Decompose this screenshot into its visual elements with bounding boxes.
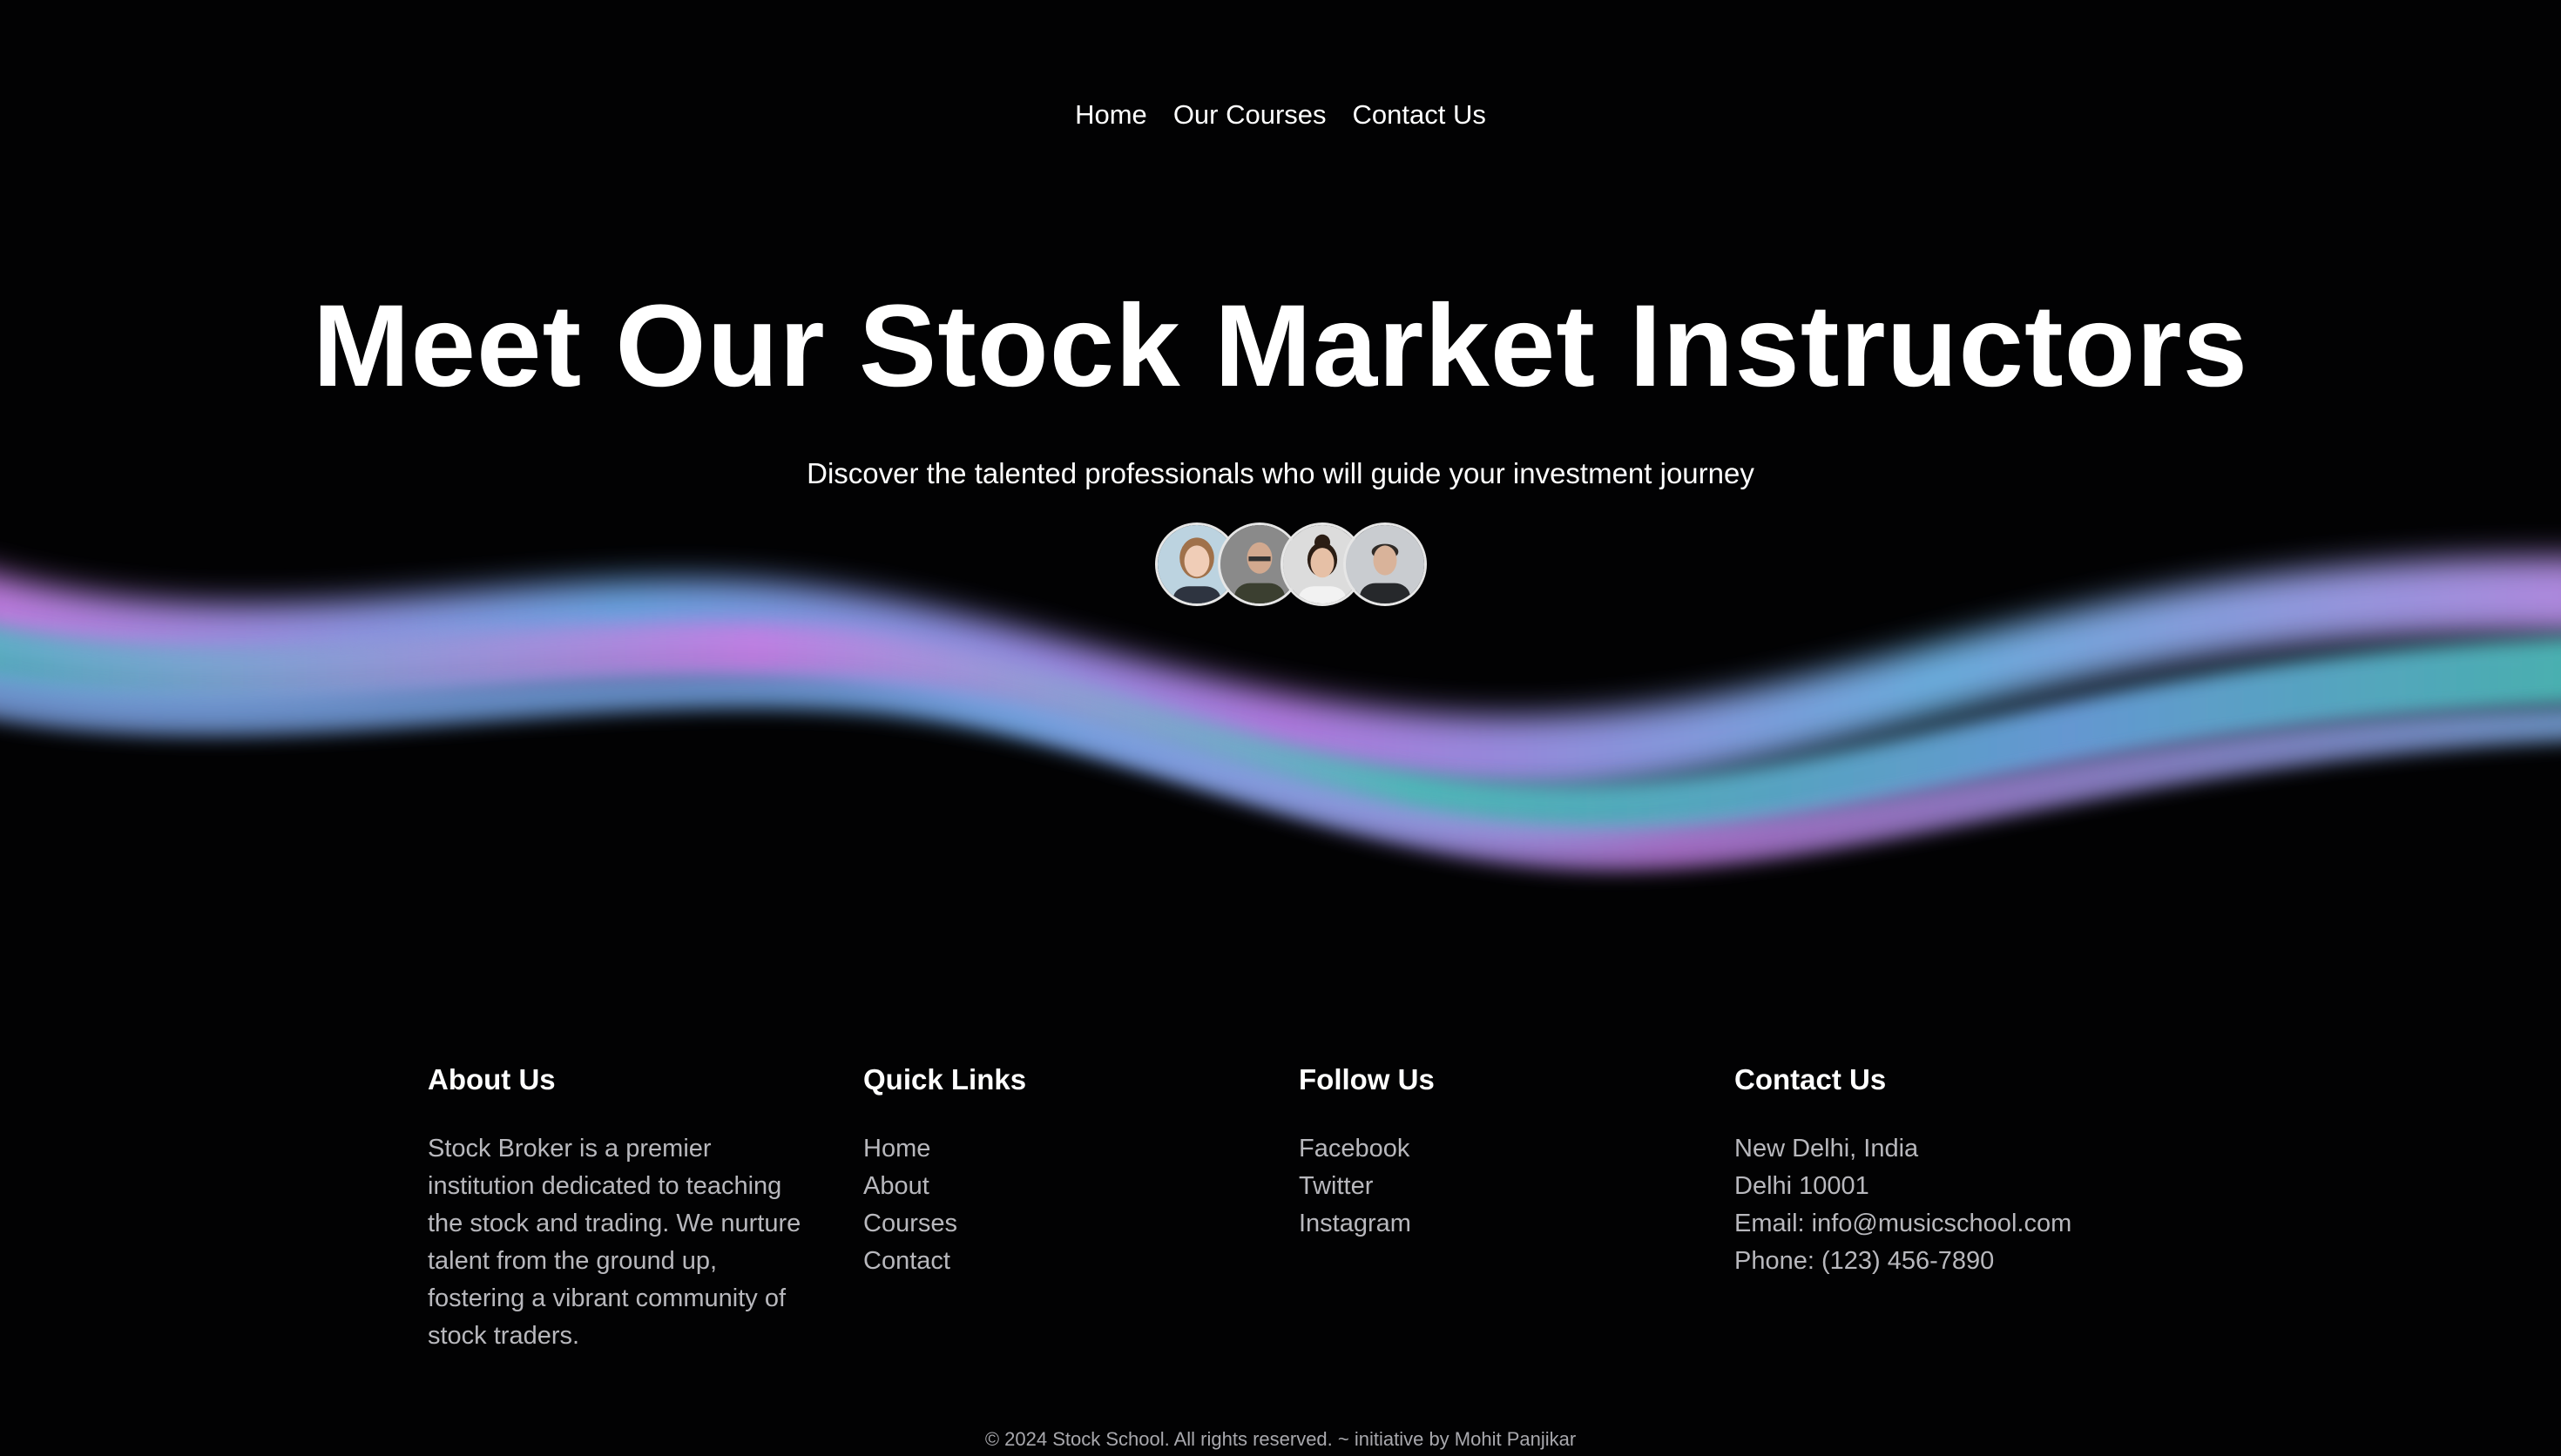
page: Home Our Courses Contact Us Meet Our Sto… [0, 0, 2561, 1456]
top-nav: Home Our Courses Contact Us [0, 96, 2561, 134]
footer-quick-links: Quick Links Home About Courses Contact [863, 1061, 1299, 1355]
footer-contact-city: New Delhi, India [1734, 1135, 1919, 1163]
footer-link-home[interactable]: Home [863, 1130, 1299, 1168]
footer: About Us Stock Broker is a premier insti… [428, 1061, 2170, 1355]
footer-about: About Us Stock Broker is a premier insti… [428, 1061, 863, 1355]
avatar[interactable] [1343, 522, 1427, 606]
footer-contact-phone: Phone: (123) 456-7890 [1734, 1247, 1995, 1275]
footer-about-text: Stock Broker is a premier institution de… [428, 1135, 801, 1350]
footer-link-about[interactable]: About [863, 1168, 1299, 1205]
nav-home-link[interactable]: Home [1075, 96, 1147, 134]
footer-link-facebook[interactable]: Facebook [1299, 1130, 1734, 1168]
nav-courses-link[interactable]: Our Courses [1173, 96, 1327, 134]
nav-contact-link[interactable]: Contact Us [1353, 96, 1486, 134]
footer-link-courses[interactable]: Courses [863, 1205, 1299, 1243]
footer-contact-heading: Contact Us [1734, 1063, 1887, 1095]
copyright-text: © 2024 Stock School. All rights reserved… [984, 1428, 1577, 1450]
footer-about-heading: About Us [428, 1063, 556, 1095]
footer-follow-heading: Follow Us [1299, 1063, 1435, 1095]
hero-title: Meet Our Stock Market Instructors [312, 281, 2249, 411]
footer-contact: Contact Us New Delhi, India Delhi 10001 … [1734, 1061, 2170, 1355]
footer-quick-links-heading: Quick Links [863, 1063, 1027, 1095]
hero-subtitle: Discover the talented professionals who … [807, 457, 1754, 489]
footer-link-contact[interactable]: Contact [863, 1243, 1299, 1280]
footer-link-instagram[interactable]: Instagram [1299, 1205, 1734, 1243]
footer-contact-postal: Delhi 10001 [1734, 1172, 1869, 1200]
footer-contact-email: Email: info@musicschool.com [1734, 1210, 2072, 1237]
footer-follow: Follow Us Facebook Twitter Instagram [1299, 1061, 1734, 1355]
instructor-avatar-group [1155, 522, 1434, 610]
footer-link-twitter[interactable]: Twitter [1299, 1168, 1734, 1205]
